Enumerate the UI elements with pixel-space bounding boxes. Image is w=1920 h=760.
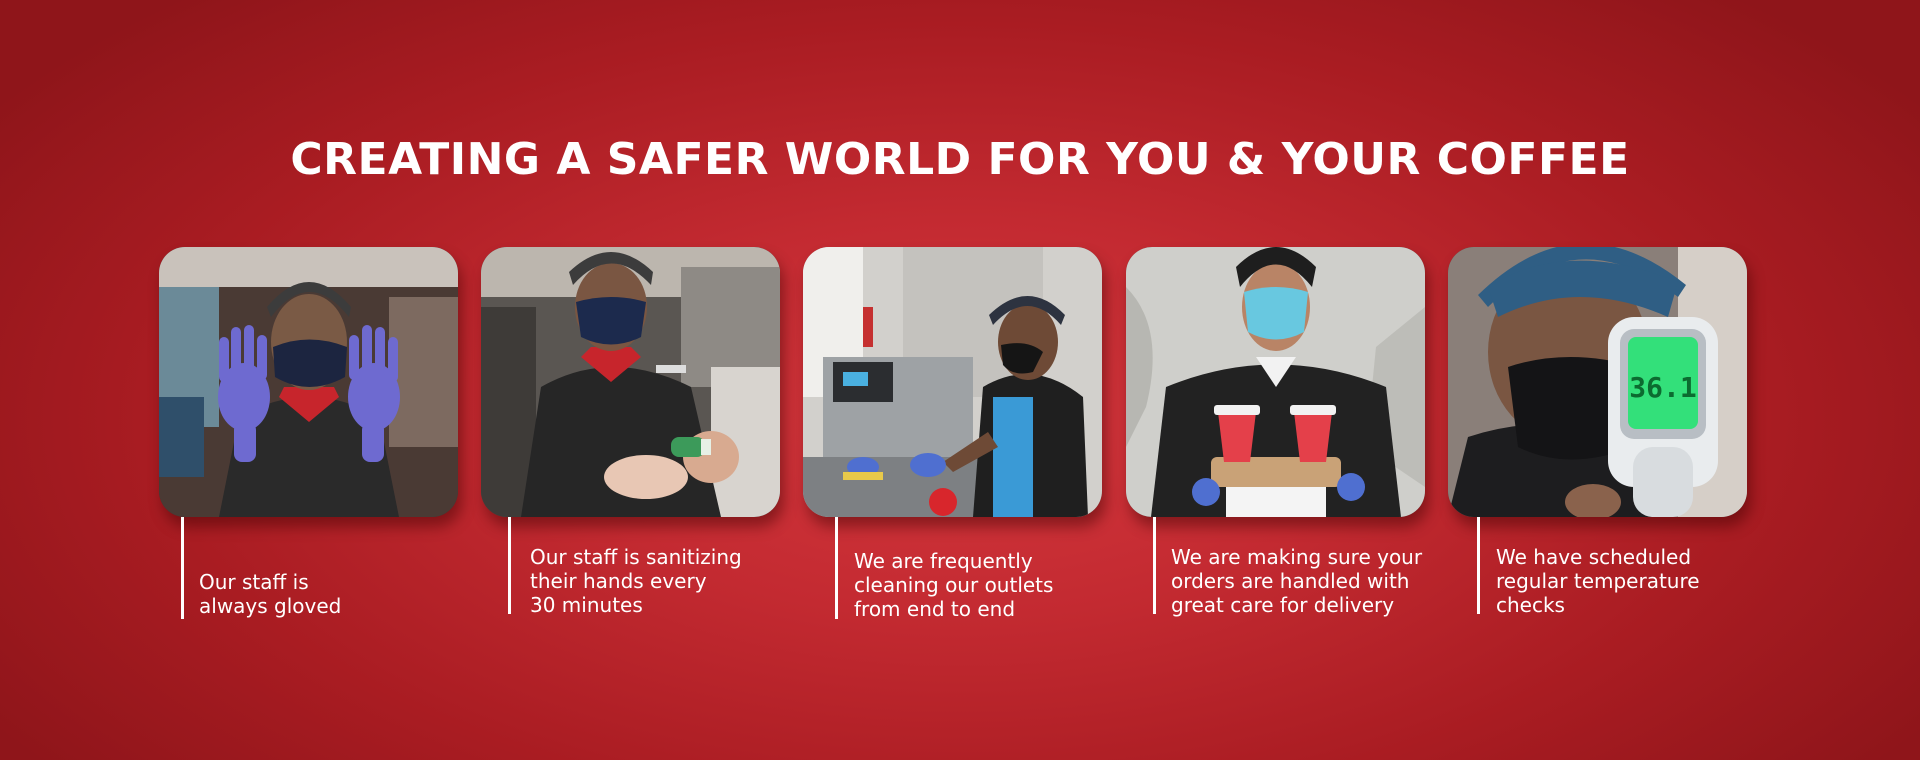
staff-cleaning-photo: [803, 247, 1102, 517]
card-caption-temperature: We have scheduled regular temperature ch…: [1496, 545, 1700, 617]
card-caption-cleaning: We are frequently cleaning our outlets f…: [854, 549, 1054, 621]
card-caption-coffee-orders: We are making sure your orders are handl…: [1171, 545, 1423, 617]
staff-gloved-photo-card: [159, 247, 458, 517]
card-caption-sanitizing: Our staff is sanitizing their hands ever…: [530, 545, 742, 617]
caption-divider: [508, 517, 511, 614]
caption-divider: [1477, 517, 1480, 614]
staff-coffee-orders-photo-card: [1126, 247, 1425, 517]
staff-sanitizing-photo-card: [481, 247, 780, 517]
card-caption-gloved: Our staff is always gloved: [199, 570, 342, 618]
temperature-check-photo: 36.1: [1448, 247, 1747, 517]
caption-divider: [835, 517, 838, 619]
staff-coffee-orders-photo: [1126, 247, 1425, 517]
staff-sanitizing-photo: [481, 247, 780, 517]
safety-banner: CREATING A SAFER WORLD FOR YOU & YOUR CO…: [0, 0, 1920, 760]
staff-cleaning-photo-card: [803, 247, 1102, 517]
temperature-check-photo-card: 36.1: [1448, 247, 1747, 517]
staff-gloved-photo: [159, 247, 458, 517]
banner-headline: CREATING A SAFER WORLD FOR YOU & YOUR CO…: [290, 134, 1630, 185]
caption-divider: [1153, 517, 1156, 614]
thermometer-reading: 36.1: [1629, 371, 1696, 404]
caption-divider: [181, 517, 184, 619]
